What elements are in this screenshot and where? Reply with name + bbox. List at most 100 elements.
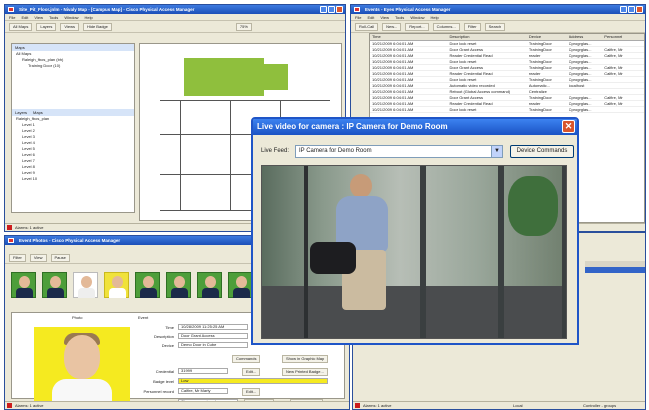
view-button[interactable]: View [29,253,47,262]
menu-edit[interactable]: Edit [367,14,374,20]
edit-credential-button[interactable]: Edit... [242,368,261,376]
search-button[interactable]: Search [484,22,506,31]
menu-edit[interactable]: Edit [21,14,28,20]
columns-button[interactable]: Columns... [432,22,460,31]
status-right: Controller - groups [583,403,617,408]
cell-personnel: Calfire, Mr [604,95,623,100]
tab-layers[interactable]: Layers [15,109,27,116]
personnel-record-label: Personnel record [143,389,174,394]
photo-thumbnail[interactable] [11,272,36,298]
map-toolbar: All Maps Layers Views Hide Badge 75% [5,21,345,33]
roll-call-button[interactable]: Roll-Call [355,22,379,31]
alarm-indicator-icon [7,225,12,230]
face-image [81,276,92,288]
video-dialog-titlebar[interactable]: Live video for camera : IP Camera for De… [253,119,577,135]
maximize-icon[interactable] [328,6,335,13]
minimize-icon[interactable] [320,6,327,13]
cell-description: Door lock reset [449,107,477,112]
show-in-graphic-map-button[interactable]: Show in Graphic Map [282,355,329,363]
col-description[interactable]: Description [449,34,528,40]
menu-tools[interactable]: Tools [49,14,58,20]
close-icon[interactable] [636,6,643,13]
menu-help[interactable]: Help [431,14,439,20]
close-icon[interactable] [336,6,343,13]
filter-button[interactable]: Filter [9,253,26,262]
menu-view[interactable]: View [34,14,43,20]
door-frame [304,166,308,338]
cell-device: reader [528,101,541,106]
col-time[interactable]: Time [370,34,449,40]
filter-button[interactable]: Filter [463,22,481,31]
layer-item[interactable]: Level 10 [12,176,134,182]
menu-window[interactable]: Window [64,14,78,20]
photo-thumbnail[interactable] [42,272,67,298]
col-address[interactable]: Address [569,34,605,40]
menu-window[interactable]: Window [410,14,424,20]
plant-image [508,176,558,236]
device-label: Device [161,343,174,348]
menu-view[interactable]: View [380,14,389,20]
badge-level-value: Low [178,378,328,384]
cell-personnel [604,59,644,64]
app-icon [354,7,360,12]
status-mid: Local [513,403,523,408]
photo-thumbnail[interactable] [166,272,191,298]
tab-maps-2[interactable]: Maps [33,109,43,116]
live-feed-value: IP Camera for Demo Room [299,148,372,154]
live-feed-select[interactable]: IP Camera for Demo Room ▼ [295,145,503,158]
cell-time: 10/21/2009 6:04:01 AM [372,53,414,58]
zoom-select[interactable]: 75% [235,22,252,31]
cell-time: 10/21/2009 6:04:01 AM [372,65,414,70]
cell-address: Cprogrglas... [568,41,592,46]
cell-address: Cprogrglas... [568,95,592,100]
cell-address: Cprogrglas... [568,59,592,64]
map-window-titlebar[interactable]: Site_Pit_Floor.jnlm - Nivaly Map - [Camp… [5,5,345,14]
body-image [140,288,157,298]
maximize-icon[interactable] [628,6,635,13]
all-maps-button[interactable]: All Maps [9,22,33,31]
col-device[interactable]: Device [529,34,569,40]
new-printed-badge-button[interactable]: New Printed Badge... [282,368,328,376]
cell-personnel: Calfire, Mr [604,101,623,106]
commands-button[interactable]: Commands [232,355,261,363]
col-personnel[interactable]: Personnel [604,34,644,40]
selected-row[interactable] [585,267,645,273]
edit-personnel-button[interactable]: Edit... [242,388,261,396]
table-row[interactable]: 10/21/2009 6:04:01 AM Door lock reset Trai… [370,107,644,113]
device-commands-button[interactable]: Device Commands [510,145,574,158]
new-button[interactable]: New... [382,22,402,31]
tree-tabs: Maps [12,44,134,51]
events-window-titlebar[interactable]: Events - Eyes Physical Access Manager [351,5,645,14]
cell-device: TrainingDoor [528,77,552,82]
photos-window-title: Event Photos - Cisco Physical Access Man… [19,238,121,243]
door-frame [420,166,426,338]
credential-value: 31999 [178,368,228,374]
menu-help[interactable]: Help [85,14,93,20]
cell-personnel [604,41,644,46]
cell-device: TrainingDoor [528,95,552,100]
report-button[interactable]: Report... [405,22,429,31]
pause-button[interactable]: Pause [50,253,70,262]
menu-file[interactable]: File [355,14,361,20]
chevron-down-icon[interactable]: ▼ [491,146,502,157]
cell-device: Centralize [528,89,547,94]
menu-tools[interactable]: Tools [395,14,404,20]
cell-address: Cprogrglas... [568,107,592,112]
photo-thumbnail[interactable] [197,272,222,298]
photo-thumbnail[interactable] [228,272,253,298]
cell-time: 10/21/2009 6:04:01 AM [372,71,414,76]
photo-thumbnail[interactable] [104,272,129,298]
hide-badge-button[interactable]: Hide Badge [82,22,112,31]
close-icon[interactable]: ✕ [562,120,575,133]
minimize-icon[interactable] [620,6,627,13]
layers-button[interactable]: Layers [36,22,57,31]
events-menubar: File Edit View Tools Window Help [351,14,645,21]
cell-device: TrainingDoor [528,41,552,46]
photo-thumbnail[interactable] [135,272,160,298]
face-image [50,276,61,288]
menu-file[interactable]: File [9,14,15,20]
door-frame [562,166,566,338]
photo-thumbnail[interactable] [73,272,98,298]
views-button[interactable]: Views [60,22,79,31]
tab-maps[interactable]: Maps [15,44,25,51]
